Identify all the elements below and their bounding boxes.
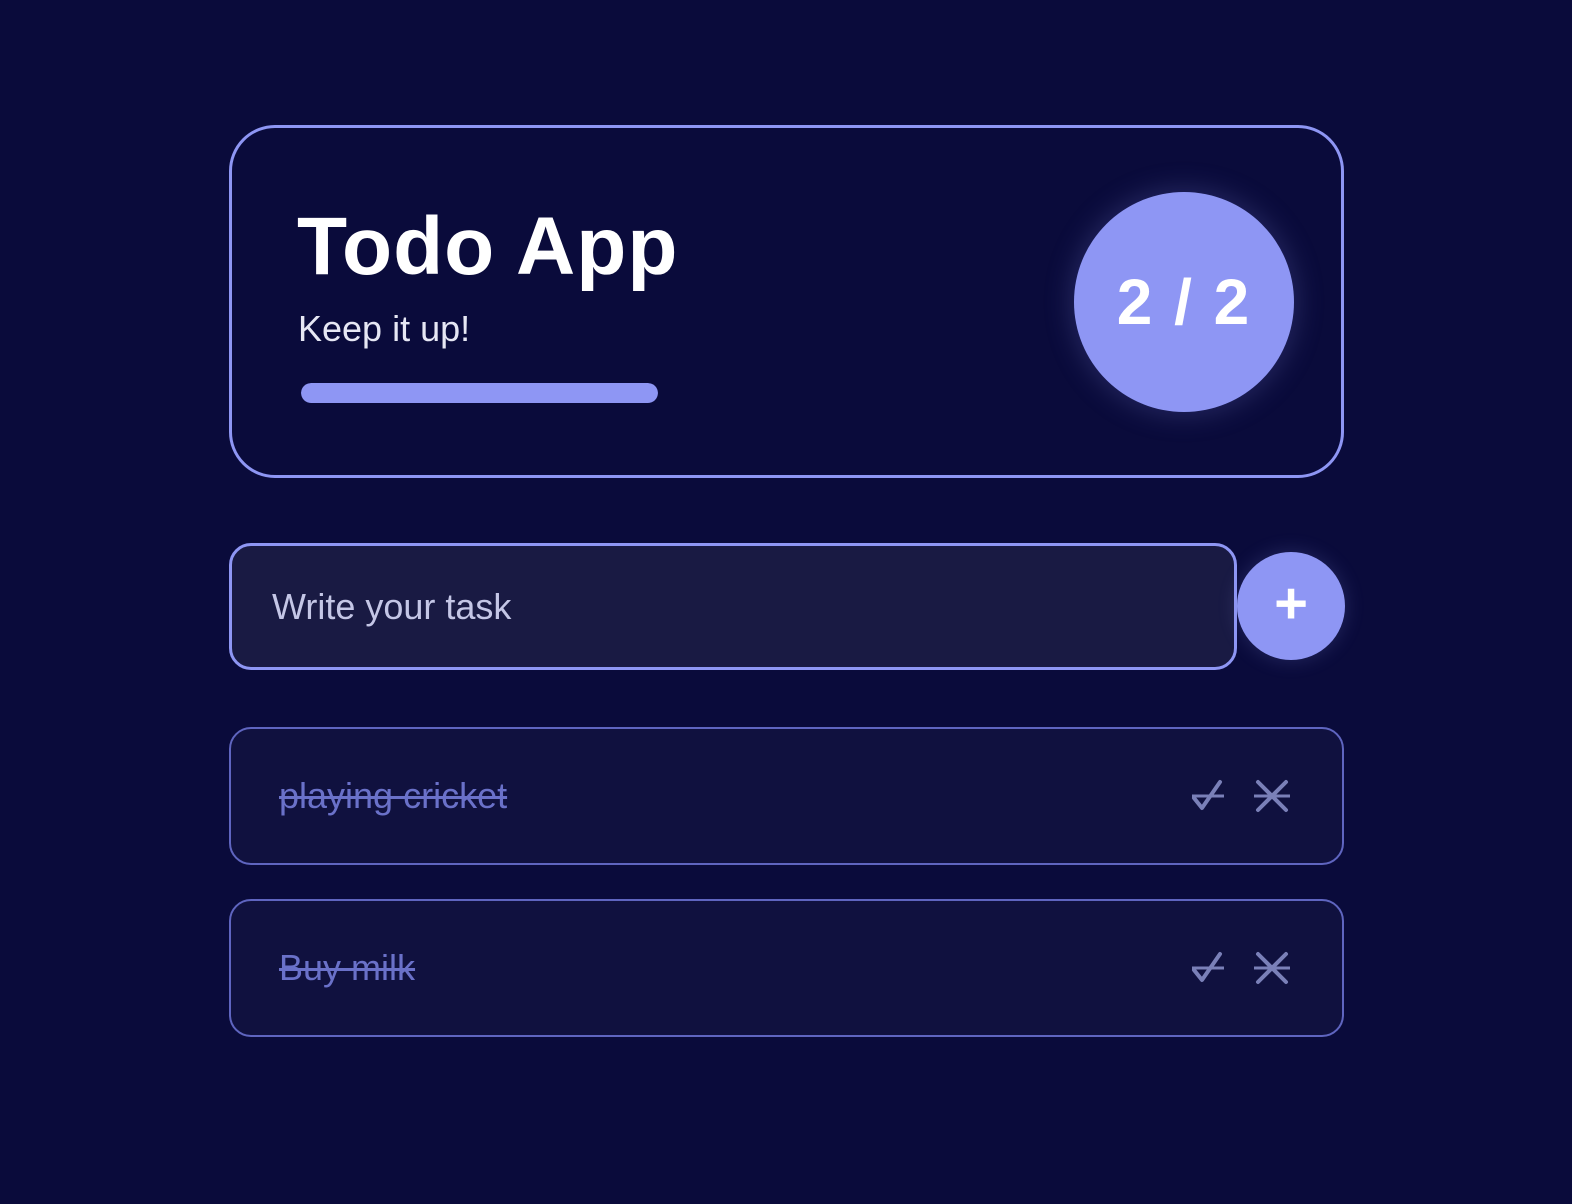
check-icon xyxy=(1192,780,1224,810)
complete-task-button[interactable] xyxy=(1190,778,1226,814)
delete-task-button[interactable] xyxy=(1254,950,1290,986)
task-list: playing cricket Buy milk xyxy=(229,727,1344,1071)
close-icon xyxy=(1254,952,1290,984)
check-icon xyxy=(1192,952,1224,982)
plus-icon: + xyxy=(1274,571,1308,636)
task-text: Buy milk xyxy=(279,947,416,988)
header-card: Todo App Keep it up! 2 / 2 xyxy=(229,125,1344,478)
progress-bar xyxy=(301,383,658,403)
task-text: playing cricket xyxy=(279,775,508,816)
app-title: Todo App xyxy=(297,201,679,292)
complete-task-button[interactable] xyxy=(1190,950,1226,986)
delete-task-button[interactable] xyxy=(1254,778,1290,814)
todo-app: Todo App Keep it up! 2 / 2 + playing cri… xyxy=(229,125,1345,1037)
task-item: playing cricket xyxy=(229,727,1344,865)
completion-counter: 2 / 2 xyxy=(1074,192,1294,412)
status-message: Keep it up! xyxy=(298,308,471,349)
progress-bar-fill xyxy=(301,383,658,403)
add-task-form: + xyxy=(229,543,1345,670)
task-item: Buy milk xyxy=(229,899,1344,1037)
task-input[interactable] xyxy=(229,543,1237,670)
task-actions xyxy=(1190,950,1290,986)
close-icon xyxy=(1254,780,1290,812)
task-actions xyxy=(1190,778,1290,814)
add-task-button[interactable]: + xyxy=(1237,552,1345,660)
